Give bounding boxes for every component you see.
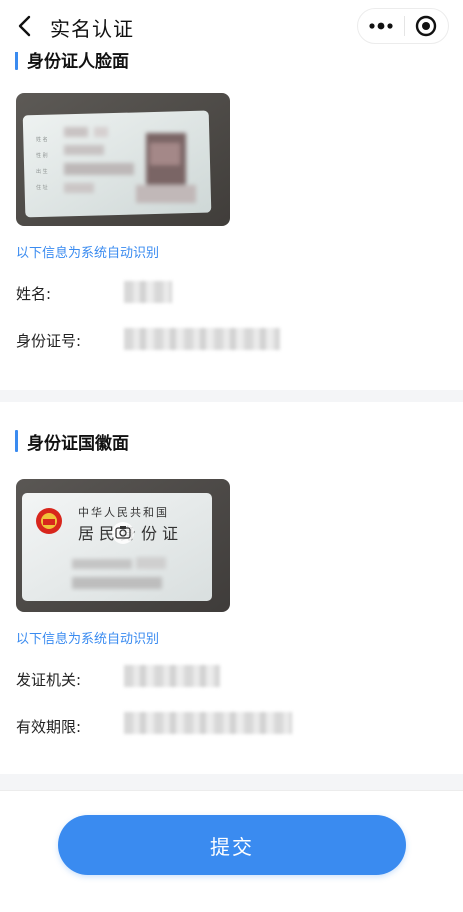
- field-value-id-number: [124, 328, 280, 350]
- id-back-image: 中华人民共和国 居民身份证: [16, 479, 230, 612]
- auto-recognize-note: 以下信息为系统自动识别: [16, 632, 160, 647]
- page: 身份证人脸面 姓 名 性 别 出 生 住 址 以下信息为系统自动识别 姓名: 身…: [0, 0, 463, 912]
- section-title-back: 身份证国徽面: [15, 430, 129, 454]
- more-button[interactable]: [358, 9, 404, 43]
- mini-program-capsule: [357, 8, 449, 44]
- submit-button[interactable]: 提交: [58, 815, 406, 875]
- target-circle-icon: [416, 15, 437, 37]
- chevron-left-icon: [18, 15, 31, 37]
- id-front-section: 身份证人脸面 姓 名 性 别 出 生 住 址 以下信息为系统自动识别 姓名: 身…: [0, 30, 463, 390]
- field-label-issuing-authority: 发证机关:: [16, 671, 82, 689]
- field-label-validity-period: 有效期限:: [16, 718, 82, 736]
- national-emblem-icon: [36, 508, 62, 534]
- field-value-validity-period: [124, 712, 292, 734]
- id-back-photo[interactable]: 中华人民共和国 居民身份证: [16, 479, 230, 612]
- field-value-name: [124, 281, 172, 303]
- id-front-photo[interactable]: 姓 名 性 别 出 生 住 址: [16, 93, 230, 226]
- more-dots-icon: [369, 22, 393, 30]
- auto-recognize-note: 以下信息为系统自动识别: [16, 246, 160, 261]
- camera-icon: [112, 522, 134, 544]
- top-nav-bar: 实名认证: [0, 0, 463, 52]
- id-back-section: 身份证国徽面 中华人民共和国 以下信息为系统自动识别 发证机关: 有效期限:: [0, 402, 463, 774]
- svg-text:姓 名: 姓 名: [36, 136, 48, 143]
- field-value-issuing-authority: [124, 665, 220, 687]
- card-title-text: 中华人民共和国: [78, 505, 169, 519]
- svg-text:住 址: 住 址: [36, 184, 48, 191]
- close-mini-program-button[interactable]: [404, 9, 448, 43]
- section-title-bar: [15, 430, 18, 452]
- page-title: 实名认证: [50, 17, 134, 41]
- field-label-id-number: 身份证号:: [16, 332, 82, 350]
- footer-bar: 提交: [0, 790, 463, 912]
- field-label-name: 姓名:: [16, 285, 52, 303]
- id-front-image: 姓 名 性 别 出 生 住 址: [16, 93, 230, 226]
- back-button[interactable]: [12, 12, 40, 40]
- section-title-text: 身份证国徽面: [27, 433, 129, 454]
- svg-text:性 别: 性 别: [36, 152, 48, 159]
- svg-text:出 生: 出 生: [36, 168, 48, 175]
